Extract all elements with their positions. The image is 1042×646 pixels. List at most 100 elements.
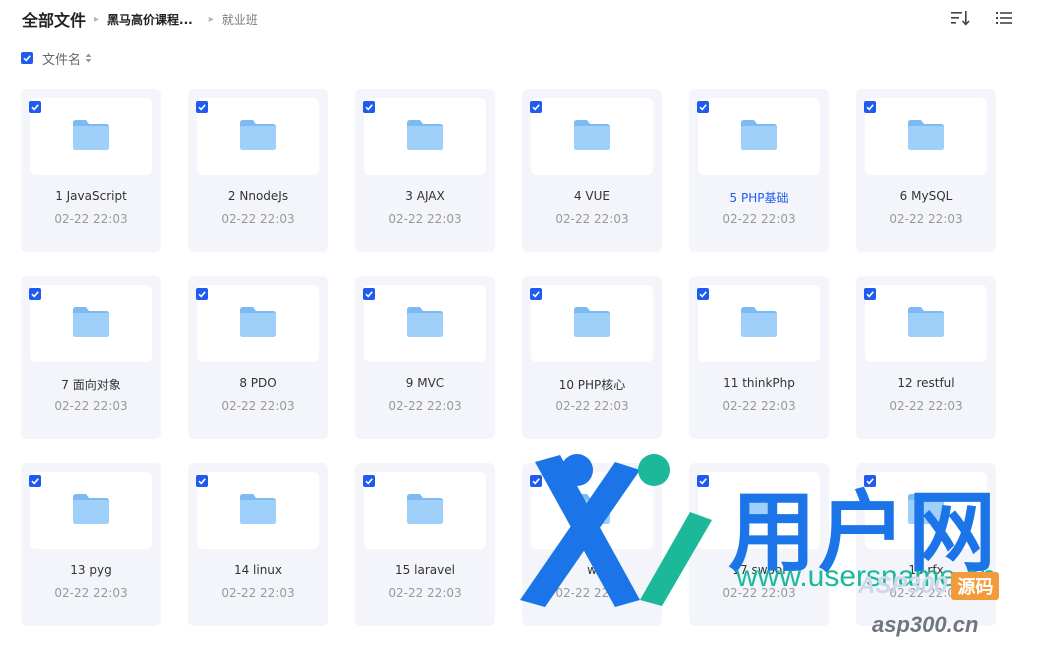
folder-name[interactable]: 2 NnodeJs — [188, 189, 328, 203]
sort-order-icon[interactable] — [85, 53, 92, 63]
folder-name[interactable]: 6 MySQL — [856, 189, 996, 203]
folder-thumbnail — [698, 285, 820, 362]
folder-name[interactable]: 11 thinkPhp — [689, 376, 829, 390]
select-all-checkbox[interactable] — [21, 52, 33, 64]
folder-icon — [573, 119, 611, 155]
folder-card[interactable]: 4 VUE 02-22 22:03 — [522, 89, 662, 252]
check-icon — [198, 104, 206, 111]
folder-card[interactable]: 10 PHP核心 02-22 22:03 — [522, 276, 662, 439]
check-icon — [699, 104, 707, 111]
view-toggle-button[interactable] — [982, 6, 1026, 30]
folder-checkbox[interactable] — [697, 475, 709, 487]
folder-name[interactable]: 18 rfx — [856, 563, 996, 577]
folder-checkbox[interactable] — [363, 101, 375, 113]
breadcrumb-separator-icon: ▸ — [208, 13, 214, 25]
folder-name[interactable]: 12 restful — [856, 376, 996, 390]
folder-card[interactable]: w 02-22 22:03 — [522, 463, 662, 626]
sort-icon — [951, 11, 970, 26]
check-icon — [31, 478, 39, 485]
folder-checkbox[interactable] — [29, 101, 41, 113]
sort-button[interactable] — [938, 6, 982, 30]
folder-name[interactable]: 14 linux — [188, 563, 328, 577]
folder-card[interactable]: 7 面向对象 02-22 22:03 — [21, 276, 161, 439]
folder-name[interactable]: w — [522, 563, 662, 577]
check-icon — [532, 104, 540, 111]
folder-date: 02-22 22:03 — [889, 399, 963, 413]
folder-name[interactable]: 15 laravel — [355, 563, 495, 577]
folder-checkbox[interactable] — [530, 288, 542, 300]
folder-date: 02-22 22:03 — [54, 399, 128, 413]
folder-date: 02-22 22:03 — [221, 212, 295, 226]
folder-card[interactable]: 14 linux 02-22 22:03 — [188, 463, 328, 626]
folder-name[interactable]: 13 pyg — [21, 563, 161, 577]
folder-checkbox[interactable] — [697, 288, 709, 300]
check-icon — [365, 478, 373, 485]
folder-icon — [406, 119, 444, 155]
folder-name[interactable]: 5 PHP基础 — [689, 189, 829, 206]
folder-name[interactable]: 3 AJAX — [355, 189, 495, 203]
folder-checkbox[interactable] — [196, 288, 208, 300]
folder-thumbnail — [698, 472, 820, 549]
folder-name[interactable]: 9 MVC — [355, 376, 495, 390]
check-icon — [31, 104, 39, 111]
check-icon — [31, 291, 39, 298]
sort-by-name-label[interactable]: 文件名 — [42, 49, 81, 68]
folder-card[interactable]: 12 restful 02-22 22:03 — [856, 276, 996, 439]
folder-checkbox[interactable] — [530, 101, 542, 113]
folder-card[interactable]: 2 NnodeJs 02-22 22:03 — [188, 89, 328, 252]
folder-icon — [72, 119, 110, 155]
folder-thumbnail — [197, 285, 319, 362]
folder-card[interactable]: 1 JavaScript 02-22 22:03 — [21, 89, 161, 252]
folder-date: 02-22 22:03 — [221, 399, 295, 413]
folder-name[interactable]: 1 JavaScript — [21, 189, 161, 203]
folder-name[interactable]: 10 PHP核心 — [522, 376, 662, 393]
check-icon — [198, 291, 206, 298]
folder-date: 02-22 22:03 — [555, 212, 629, 226]
folder-card[interactable]: 3 AJAX 02-22 22:03 — [355, 89, 495, 252]
header: 全部文件 ▸ 黑马高价课程... ▸ 就业班 — [22, 6, 1026, 32]
folder-checkbox[interactable] — [864, 475, 876, 487]
folder-checkbox[interactable] — [530, 475, 542, 487]
folder-checkbox[interactable] — [196, 101, 208, 113]
folder-checkbox[interactable] — [864, 101, 876, 113]
folder-thumbnail — [197, 98, 319, 175]
folder-checkbox[interactable] — [363, 475, 375, 487]
folder-date: 02-22 22:03 — [555, 399, 629, 413]
breadcrumb-current: 就业班 — [221, 12, 258, 27]
folder-name[interactable]: 7 面向对象 — [21, 376, 161, 393]
folder-checkbox[interactable] — [29, 288, 41, 300]
folder-name[interactable]: 17 swool — [689, 563, 829, 577]
folder-card[interactable]: 18 rfx 02-22 22:03 — [856, 463, 996, 626]
folder-card[interactable]: 13 pyg 02-22 22:03 — [21, 463, 161, 626]
breadcrumb-root[interactable]: 全部文件 — [22, 7, 86, 31]
folder-card[interactable]: 6 MySQL 02-22 22:03 — [856, 89, 996, 252]
folder-checkbox[interactable] — [864, 288, 876, 300]
folder-card[interactable]: 11 thinkPhp 02-22 22:03 — [689, 276, 829, 439]
folder-card[interactable]: 9 MVC 02-22 22:03 — [355, 276, 495, 439]
folder-checkbox[interactable] — [29, 475, 41, 487]
folder-thumbnail — [531, 285, 653, 362]
folder-checkbox[interactable] — [363, 288, 375, 300]
folder-name[interactable]: 4 VUE — [522, 189, 662, 203]
breadcrumb-middle[interactable]: 黑马高价课程... — [107, 11, 193, 28]
folder-card[interactable]: 5 PHP基础 02-22 22:03 — [689, 89, 829, 252]
folder-checkbox[interactable] — [697, 101, 709, 113]
folder-card[interactable]: 15 laravel 02-22 22:03 — [355, 463, 495, 626]
folder-date: 02-22 22:03 — [889, 212, 963, 226]
folder-icon — [907, 493, 945, 529]
folder-card[interactable]: 17 swool 02-22 22:03 — [689, 463, 829, 626]
folder-thumbnail — [30, 285, 152, 362]
folder-name[interactable]: 8 PDO — [188, 376, 328, 390]
folder-card[interactable]: 8 PDO 02-22 22:03 — [188, 276, 328, 439]
folder-thumbnail — [364, 98, 486, 175]
check-icon — [365, 104, 373, 111]
folder-date: 02-22 22:03 — [722, 399, 796, 413]
folder-icon — [740, 306, 778, 342]
toolbar: 文件名 — [21, 48, 92, 68]
folder-icon — [239, 493, 277, 529]
folder-icon — [573, 306, 611, 342]
check-icon — [866, 478, 874, 485]
folder-date: 02-22 22:03 — [221, 586, 295, 600]
folder-icon — [907, 119, 945, 155]
folder-checkbox[interactable] — [196, 475, 208, 487]
